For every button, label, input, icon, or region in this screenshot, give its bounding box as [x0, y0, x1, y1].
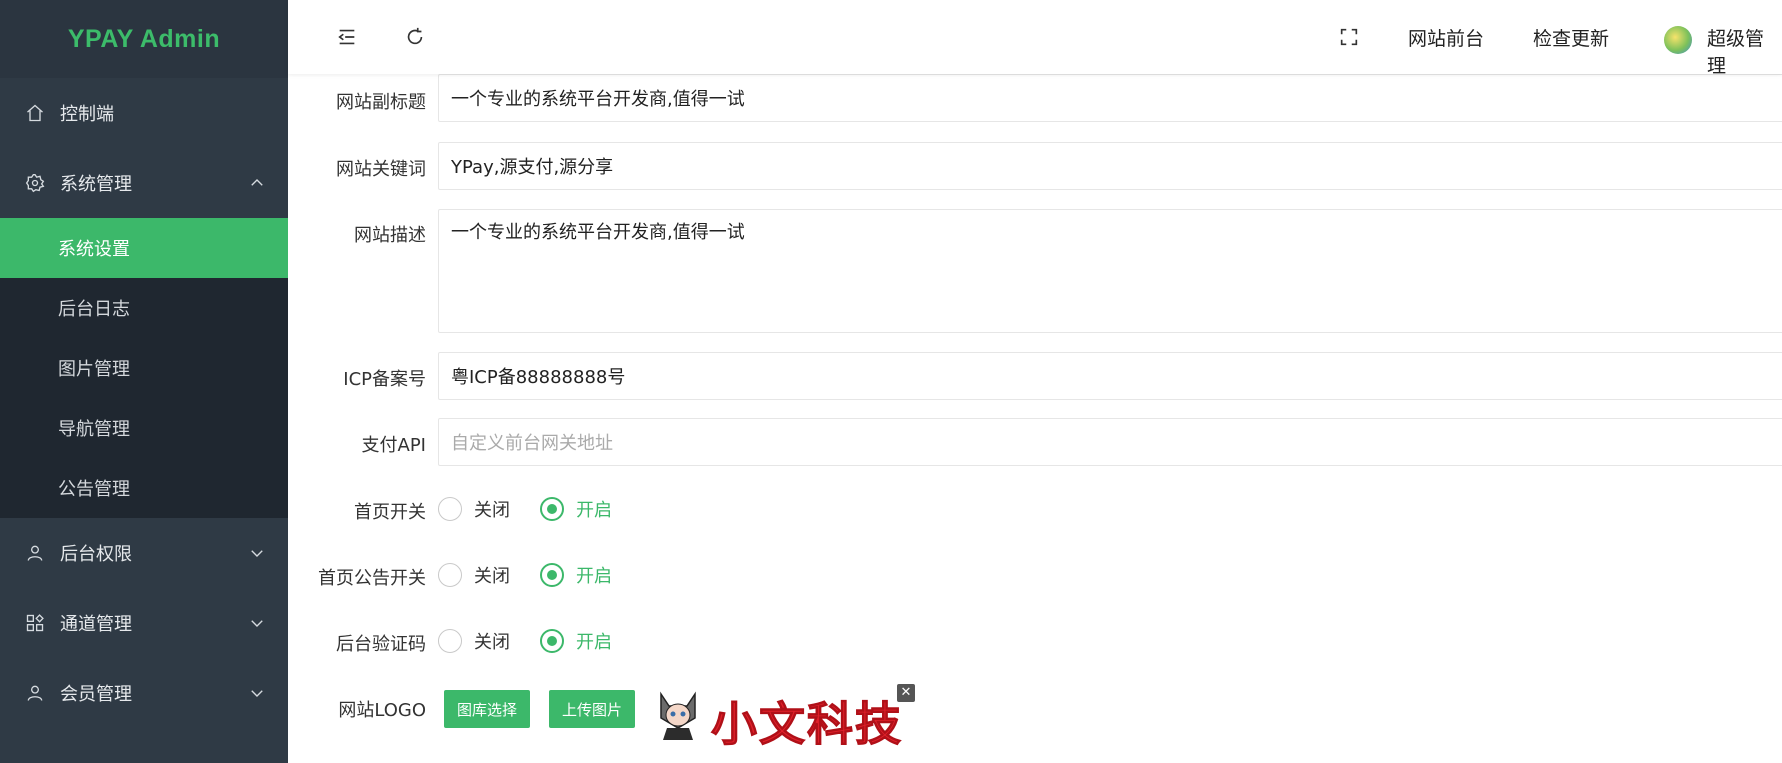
field-label: 首页开关	[354, 502, 426, 523]
cat-mascot-icon	[660, 691, 696, 740]
field-label: 网站LOGO	[338, 700, 426, 721]
sidebar-item-image-management[interactable]: 图片管理	[0, 338, 288, 398]
radio-circle	[438, 497, 462, 521]
radio-label: 开启	[576, 632, 612, 653]
chevron-down-icon	[248, 684, 266, 702]
sidebar-item-label: 通道管理	[60, 614, 132, 635]
sidebar-item-admin-logs[interactable]: 后台日志	[0, 278, 288, 338]
brand-title: YPAY Admin	[67, 24, 221, 53]
logo-watermark-text: 小文科技	[711, 697, 903, 752]
fullscreen-icon[interactable]	[1337, 25, 1361, 49]
radio-circle	[540, 563, 564, 587]
field-label: 首页公告开关	[318, 568, 426, 589]
pay-api-input[interactable]: 自定义前台网关地址	[438, 418, 1782, 466]
sidebar-item-notice-management[interactable]: 公告管理	[0, 458, 288, 518]
radio-circle	[540, 629, 564, 653]
notice-switch-on-radio[interactable]: 开启	[540, 562, 612, 588]
sidebar: YPAY Admin 控制端 系统管理 系统设置 后台日志 图片管理 导航管理 …	[0, 0, 288, 763]
sidebar-item-label: 控制端	[60, 104, 114, 125]
upload-image-button[interactable]: 上传图片	[549, 690, 635, 728]
gallery-select-button[interactable]: 图库选择	[444, 690, 530, 728]
field-label: 支付API	[361, 435, 426, 456]
radio-circle	[438, 563, 462, 587]
collapse-menu-icon[interactable]	[335, 25, 359, 49]
icp-input[interactable]: 粤ICP备88888888号	[438, 352, 1782, 400]
top-bar: 网站前台 检查更新 超级管理	[288, 0, 1782, 77]
chevron-down-icon	[248, 614, 266, 632]
notice-switch-off-radio[interactable]: 关闭	[438, 562, 510, 588]
sidebar-item-system[interactable]: 系统管理	[0, 148, 288, 218]
sidebar-item-system-settings[interactable]: 系统设置	[0, 218, 288, 278]
field-label: ICP备案号	[343, 369, 426, 390]
brand-logo[interactable]: YPAY Admin	[0, 0, 288, 78]
radio-label: 关闭	[474, 566, 510, 587]
sidebar-item-label: 系统管理	[60, 174, 132, 195]
gear-icon	[24, 172, 46, 194]
sidebar-item-label: 后台权限	[60, 544, 132, 565]
description-textarea[interactable]: 一个专业的系统平台开发商,值得一试	[438, 209, 1782, 333]
sidebar-item-label: 会员管理	[60, 684, 132, 705]
chevron-down-icon	[248, 544, 266, 562]
radio-label: 开启	[576, 500, 612, 521]
user-icon	[24, 682, 46, 704]
keywords-input[interactable]: YPay,源支付,源分享	[438, 142, 1782, 190]
radio-circle	[540, 497, 564, 521]
avatar[interactable]	[1664, 26, 1692, 54]
sidebar-item-permissions[interactable]: 后台权限	[0, 518, 288, 588]
sidebar-item-nav-management[interactable]: 导航管理	[0, 398, 288, 458]
chevron-up-icon	[248, 174, 266, 192]
refresh-icon[interactable]	[403, 25, 427, 49]
field-label: 后台验证码	[336, 634, 426, 655]
sidebar-item-members[interactable]: 会员管理	[0, 658, 288, 728]
field-label: 网站关键词	[336, 159, 426, 180]
home-switch-off-radio[interactable]: 关闭	[438, 496, 510, 522]
user-icon	[24, 542, 46, 564]
radio-circle	[438, 629, 462, 653]
captcha-switch-on-radio[interactable]: 开启	[540, 628, 612, 654]
sidebar-item-channels[interactable]: 通道管理	[0, 588, 288, 658]
field-label: 网站副标题	[336, 92, 426, 113]
sidebar-item-dashboard[interactable]: 控制端	[0, 78, 288, 148]
captcha-switch-off-radio[interactable]: 关闭	[438, 628, 510, 654]
subtitle-input[interactable]: 一个专业的系统平台开发商,值得一试	[438, 74, 1782, 122]
check-update-link[interactable]: 检查更新	[1533, 24, 1609, 51]
user-name[interactable]: 超级管理	[1707, 24, 1782, 78]
radio-label: 关闭	[474, 500, 510, 521]
radio-label: 关闭	[474, 632, 510, 653]
home-switch-on-radio[interactable]: 开启	[540, 496, 612, 522]
logo-preview: 小文科技 ✕	[655, 684, 915, 752]
home-icon	[24, 102, 46, 124]
field-label: 网站描述	[354, 225, 426, 246]
close-icon[interactable]: ✕	[897, 684, 915, 702]
radio-label: 开启	[576, 566, 612, 587]
settings-form: 网站副标题 一个专业的系统平台开发商,值得一试 网站关键词 YPay,源支付,源…	[288, 74, 1782, 763]
apps-icon	[24, 612, 46, 634]
system-submenu: 系统设置 后台日志 图片管理 导航管理 公告管理	[0, 218, 288, 518]
frontend-link[interactable]: 网站前台	[1408, 24, 1484, 51]
